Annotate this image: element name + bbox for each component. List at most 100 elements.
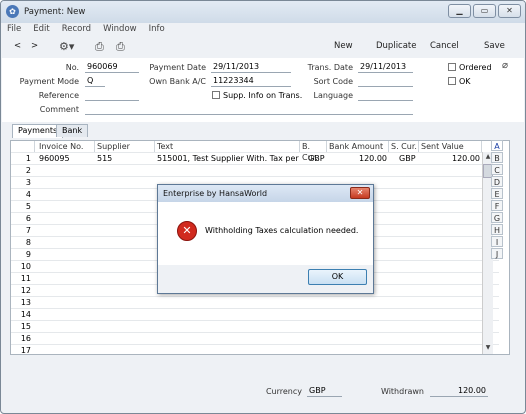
table-row[interactable]: 2 xyxy=(11,164,499,176)
language-field[interactable] xyxy=(358,90,413,101)
minimize-icon[interactable]: ▁ xyxy=(448,4,471,18)
cell-scur[interactable]: GBP xyxy=(399,153,419,164)
gear-icon[interactable]: ⚙▾ xyxy=(59,40,74,53)
tab-bar: Payments Bank xyxy=(2,122,524,138)
column-set-d[interactable]: D xyxy=(491,176,503,187)
alert-dialog: Enterprise by HansaWorld ✕ ✕ Withholding… xyxy=(157,184,374,294)
cell-text[interactable]: 515001, Test Supplier With. Tax per Inv xyxy=(157,153,300,164)
table-row[interactable]: 14 xyxy=(11,308,499,320)
column-header-row-number xyxy=(11,141,35,152)
no-field[interactable]: 960069 xyxy=(85,62,139,73)
menu-record[interactable]: Record xyxy=(56,23,97,37)
column-header-text: Text xyxy=(155,141,300,152)
row-number: 14 xyxy=(20,310,31,319)
column-set-a[interactable]: A xyxy=(491,140,503,151)
row-number: 12 xyxy=(20,286,31,295)
column-set-c[interactable]: C xyxy=(491,164,503,175)
column-header-invoice: Invoice No. xyxy=(37,141,95,152)
reference-field[interactable] xyxy=(85,90,139,101)
header-form: No. 960069 Payment Date 29/11/2013 Trans… xyxy=(2,58,524,122)
language-label: Language xyxy=(313,91,353,100)
no-label: No. xyxy=(65,63,79,72)
own-bank-field[interactable]: 11223344 xyxy=(211,76,291,87)
column-set-g[interactable]: G xyxy=(491,212,503,223)
row-number: 8 xyxy=(25,238,31,247)
column-set-f[interactable]: F xyxy=(491,200,503,211)
trans-date-label: Trans. Date xyxy=(307,63,353,72)
dialog-ok-button[interactable]: OK xyxy=(308,269,367,285)
cell-bank-amount[interactable]: 120.00 xyxy=(329,153,387,164)
window-title: Payment: New xyxy=(24,7,86,17)
row-number: 3 xyxy=(25,178,31,187)
column-set-j[interactable]: J xyxy=(491,248,503,259)
row-number: 5 xyxy=(25,202,31,211)
ordered-label: Ordered xyxy=(459,63,492,72)
cell-invoice[interactable]: 960095 xyxy=(39,153,95,164)
column-header-bank-currency: B. Cur. xyxy=(300,141,327,162)
payment-date-field[interactable]: 29/11/2013 xyxy=(211,62,291,73)
save-button[interactable]: Save xyxy=(484,41,505,51)
menu-window[interactable]: Window xyxy=(97,23,143,37)
trans-date-field[interactable]: 29/11/2013 xyxy=(358,62,413,73)
dialog-close-icon[interactable]: ✕ xyxy=(350,187,370,199)
row-number: 2 xyxy=(25,166,31,175)
scroll-down-icon[interactable]: ▼ xyxy=(483,343,493,353)
menu-edit[interactable]: Edit xyxy=(27,23,55,37)
ok-checkbox[interactable] xyxy=(448,77,456,85)
row-number: 15 xyxy=(20,322,31,331)
ordered-checkbox[interactable] xyxy=(448,63,456,71)
row-number: 16 xyxy=(20,334,31,343)
withdrawn-field[interactable]: 120.00 xyxy=(430,386,488,397)
comment-field[interactable] xyxy=(85,104,413,115)
withdrawn-label: Withdrawn xyxy=(380,387,424,396)
menu-file[interactable]: File xyxy=(1,23,27,37)
row-number: 11 xyxy=(20,274,31,283)
table-row[interactable]: 17 xyxy=(11,344,499,356)
cell-supplier[interactable]: 515 xyxy=(97,153,155,164)
menu-info[interactable]: Info xyxy=(143,23,171,37)
sort-code-label: Sort Code xyxy=(313,77,353,86)
column-header-bank-amount: Bank Amount xyxy=(327,141,389,152)
column-set-h[interactable]: H xyxy=(491,224,503,235)
column-header-supplier-currency: S. Cur. xyxy=(389,141,419,152)
title-bar: ✿ Payment: New ▁ ▭ ✕ xyxy=(1,1,525,23)
paperclip-icon[interactable]: ⌀ xyxy=(502,60,508,71)
row-number: 10 xyxy=(20,262,31,271)
currency-field[interactable]: GBP xyxy=(307,386,342,397)
table-row[interactable]: 15 xyxy=(11,320,499,332)
app-icon: ✿ xyxy=(6,5,19,18)
row-number: 4 xyxy=(25,190,31,199)
next-record-button[interactable]: > xyxy=(31,41,38,51)
print-icon[interactable]: ⎙ xyxy=(95,40,104,54)
error-icon: ✕ xyxy=(177,221,197,241)
reference-label: Reference xyxy=(38,91,79,100)
close-icon[interactable]: ✕ xyxy=(498,4,521,18)
row-number: 1 xyxy=(25,154,31,163)
column-set-e[interactable]: E xyxy=(491,188,503,199)
cell-sent-value[interactable]: 120.00 xyxy=(421,153,480,164)
row-number: 6 xyxy=(25,214,31,223)
tab-bank[interactable]: Bank xyxy=(56,124,89,137)
table-row[interactable]: 16 xyxy=(11,332,499,344)
supp-info-checkbox[interactable] xyxy=(212,91,220,99)
payment-mode-field[interactable]: Q xyxy=(85,76,105,87)
cancel-button[interactable]: Cancel xyxy=(430,41,459,51)
row-number: 13 xyxy=(20,298,31,307)
previous-record-button[interactable]: < xyxy=(14,41,21,51)
own-bank-label: Own Bank A/C xyxy=(149,77,206,86)
sort-code-field[interactable] xyxy=(358,76,413,87)
maximize-icon[interactable]: ▭ xyxy=(473,4,496,18)
row-number: 9 xyxy=(25,250,31,259)
dialog-title: Enterprise by HansaWorld xyxy=(158,185,373,202)
print-preview-icon[interactable]: ⎙ xyxy=(116,40,125,54)
payment-window: ✿ Payment: New ▁ ▭ ✕ File Edit Record Wi… xyxy=(0,0,526,414)
cell-bcur[interactable]: GBP xyxy=(308,153,327,164)
payment-mode-label: Payment Mode xyxy=(19,77,79,86)
currency-label: Currency xyxy=(265,387,302,396)
table-row[interactable]: 13 xyxy=(11,296,499,308)
column-set-b[interactable]: B xyxy=(491,152,503,163)
table-row[interactable]: 1 960095 515 515001, Test Supplier With. Ta… xyxy=(11,152,499,164)
duplicate-button[interactable]: Duplicate xyxy=(376,41,417,51)
new-button[interactable]: New xyxy=(334,41,353,51)
column-set-i[interactable]: I xyxy=(491,236,503,247)
